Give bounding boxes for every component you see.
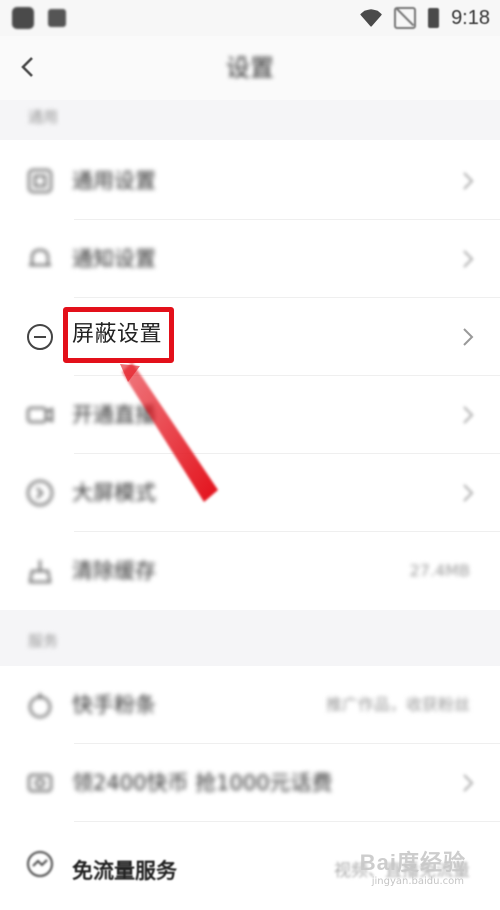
image-notification-icon — [48, 9, 66, 27]
no-signal-icon — [394, 7, 417, 29]
settings-row-label: 清除缓存 — [72, 559, 156, 583]
page-title: 设置 — [226, 54, 274, 82]
bell-icon — [29, 248, 51, 266]
settings-row-live[interactable]: 开通直播 — [0, 376, 500, 454]
settings-row-label: 免流量服务 — [72, 859, 177, 883]
wifi-icon — [360, 9, 383, 27]
settings-row-label: 通知设置 — [72, 247, 156, 271]
watermark-sub: jingyan.baidu.com — [371, 876, 464, 887]
settings-row-clear-cache[interactable]: 清除缓存 27.4MB — [0, 532, 500, 610]
fan-boost-value: 推广作品，收获粉丝 — [325, 695, 470, 714]
section-title-general: 通用 — [28, 108, 59, 126]
section-header-service: 服务 — [0, 610, 500, 666]
settings-row-large-screen[interactable]: 大屏模式 — [0, 454, 500, 532]
settings-row-label: 通用设置 — [72, 169, 156, 193]
chevron-right-icon — [463, 250, 474, 268]
chevron-right-icon — [463, 774, 474, 792]
settings-row-fan-boost[interactable]: 快手粉条 推广作品，收获粉丝 — [0, 666, 500, 744]
nav-bar: 设置 — [0, 36, 500, 100]
chevron-right-icon — [463, 406, 474, 424]
coupon-icon — [28, 774, 52, 792]
section-header-general: 通用 — [0, 100, 500, 140]
settings-row-general[interactable]: 通用设置 — [0, 142, 500, 220]
fan-icon — [29, 693, 51, 718]
chevron-right-icon — [463, 172, 474, 190]
settings-row-label: 屏蔽设置 — [72, 322, 163, 347]
broom-icon — [28, 560, 52, 583]
chevron-right-icon — [463, 484, 474, 502]
cache-size-value: 27.4MB — [409, 561, 470, 580]
display-icon — [27, 480, 53, 506]
status-bar: 9:18 — [0, 0, 500, 36]
battery-icon — [428, 8, 440, 28]
settings-row-notification[interactable]: 通知设置 — [0, 220, 500, 298]
grid-icon — [28, 169, 52, 193]
block-icon — [27, 324, 53, 350]
settings-row-label: 开通直播 — [72, 403, 156, 427]
video-icon — [27, 407, 53, 423]
settings-row-label: 大屏模式 — [72, 481, 156, 505]
watermark: Bai度经验 — [359, 850, 466, 875]
settings-row-label: 领2400快币 抢1000元话费 — [72, 771, 333, 795]
clock: 9:18 — [451, 6, 490, 29]
data-icon — [27, 851, 53, 877]
chevron-right-icon — [463, 328, 474, 346]
settings-row-label: 快手粉条 — [72, 693, 156, 717]
settings-row-coupon[interactable]: 领2400快币 抢1000元话费 — [0, 744, 500, 822]
section-title-service: 服务 — [28, 632, 59, 650]
app-notification-icon — [12, 7, 34, 29]
